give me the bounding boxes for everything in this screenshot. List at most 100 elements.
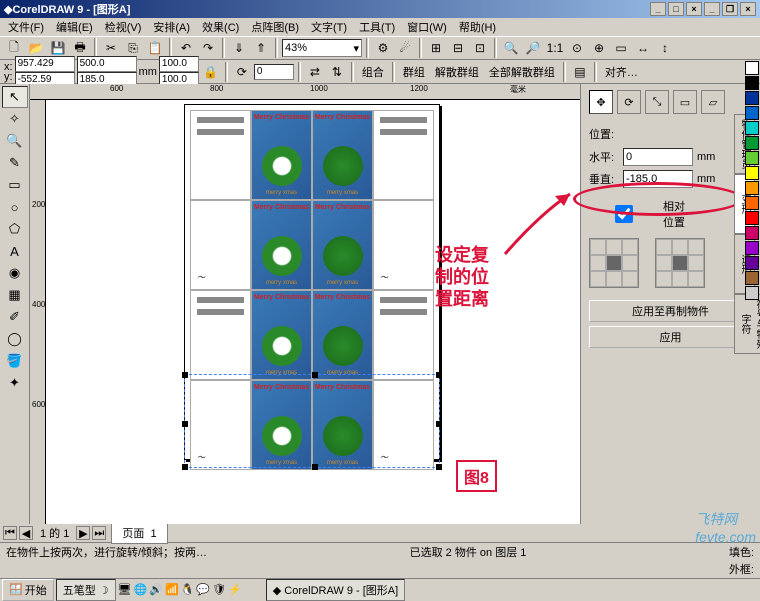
color-swatch[interactable] [745,136,759,150]
snap-icon[interactable]: ⊞ [426,38,446,58]
color-swatch[interactable] [745,211,759,225]
redo-icon[interactable]: ↷ [198,38,218,58]
relative-checkbox[interactable] [589,205,659,223]
zoom-sel-icon[interactable]: ⊙ [567,38,587,58]
zoom-actual-icon[interactable]: 1:1 [545,38,565,58]
w-input[interactable] [77,56,137,72]
color-swatch[interactable] [745,226,759,240]
color-swatch[interactable] [745,256,759,270]
menu-effects[interactable]: 效果(C) [196,17,245,37]
import-icon[interactable]: ⇓ [229,38,249,58]
menu-arrange[interactable]: 安排(A) [147,17,196,37]
page-prev-icon[interactable]: ◀ [19,526,33,540]
sx-input[interactable] [159,56,199,72]
rotate-icon[interactable]: ⟳ [617,90,641,114]
polygon-tool[interactable]: ⬠ [2,218,28,240]
doc-min-button[interactable]: _ [704,2,720,16]
zoom-page-icon[interactable]: ▭ [611,38,631,58]
freehand-tool[interactable]: ✎ [2,152,28,174]
size-icon[interactable]: ▭ [673,90,697,114]
tray-icon[interactable]: 🌐 [134,583,148,596]
start-button[interactable]: 🪟 开始 [2,579,54,601]
color-swatch[interactable] [745,151,759,165]
zoom-tool[interactable]: 🔍 [2,130,28,152]
color-swatch[interactable] [745,196,759,210]
color-swatch[interactable] [745,91,759,105]
taskbar-app[interactable]: ◆ CorelDRAW 9 - [图形A] [266,579,405,601]
zoom-width-icon[interactable]: ↔ [633,38,653,58]
min-button[interactable]: _ [650,2,666,16]
anchor-grid-2[interactable] [655,238,705,288]
tray-icon[interactable]: 🛡 [212,583,226,596]
color-swatch[interactable] [745,106,759,120]
tray-icon[interactable]: 🖥 [118,583,132,596]
eyedropper-tool[interactable]: ✐ [2,306,28,328]
lock-ratio-icon[interactable]: 🔒 [201,62,221,82]
color-swatch[interactable] [745,76,759,90]
tray-icon[interactable]: 🔊 [149,583,163,596]
ime-button[interactable]: 五笔型 ☽ [56,579,116,601]
menu-text[interactable]: 文字(T) [305,17,353,37]
combine-button[interactable]: 组合 [358,64,388,80]
scale-icon[interactable]: ⤡ [645,90,669,114]
apply-duplicate-button[interactable]: 应用至再制物件 [589,300,752,322]
rotate-input-icon[interactable]: ⟳ [232,62,252,82]
zoom-out-icon[interactable]: 🔎 [523,38,543,58]
skew-icon[interactable]: ▱ [701,90,725,114]
apply-button[interactable]: 应用 [589,326,752,348]
snap3-icon[interactable]: ⊡ [470,38,490,58]
order-icon[interactable]: ▤ [570,62,590,82]
export-icon[interactable]: ⇑ [251,38,271,58]
color-swatch[interactable] [745,166,759,180]
menu-bitmap[interactable]: 点阵图(B) [245,17,305,37]
menu-file[interactable]: 文件(F) [2,17,50,37]
rectangle-tool[interactable]: ▭ [2,174,28,196]
menu-edit[interactable]: 编辑(E) [50,17,99,37]
color-swatch[interactable] [745,121,759,135]
interactive-fill-tool[interactable]: ◉ [2,262,28,284]
tray-icon[interactable]: 📶 [165,583,179,596]
mirror-v-icon[interactable]: ⇅ [327,62,347,82]
text-tool[interactable]: A [2,240,28,262]
max-button[interactable]: □ [668,2,684,16]
ungroup-all-button[interactable]: 全部解散群组 [485,64,559,80]
ruler-horizontal[interactable]: 600 800 1000 1200 毫米 [30,84,580,100]
color-swatch[interactable] [745,61,759,75]
app-launcher-icon[interactable]: ⚙ [373,38,393,58]
pick-tool[interactable]: ↖ [2,86,28,108]
zoom-all-icon[interactable]: ⊕ [589,38,609,58]
mirror-h-icon[interactable]: ⇄ [305,62,325,82]
page-next-icon[interactable]: ▶ [76,526,90,540]
card-grid[interactable]: Merry Christmasmerry xmas Merry Christma… [190,110,434,470]
position-icon[interactable]: ✥ [589,90,613,114]
anchor-grid-1[interactable] [589,238,639,288]
tray-icon[interactable]: ⚡ [228,583,242,596]
zoom-height-icon[interactable]: ↕ [655,38,675,58]
menu-view[interactable]: 检视(V) [99,17,148,37]
group-button[interactable]: 群组 [399,64,429,80]
color-swatch[interactable] [745,271,759,285]
menu-window[interactable]: 窗口(W) [401,17,453,37]
v-input[interactable] [623,170,693,188]
outline-tool[interactable]: ◯ [2,328,28,350]
interactive-tool[interactable]: ✦ [2,372,28,394]
ungroup-button[interactable]: 解散群组 [431,64,483,80]
h-input[interactable] [623,148,693,166]
x-input[interactable] [15,56,75,72]
snap2-icon[interactable]: ⊟ [448,38,468,58]
doc-max-button[interactable]: ❐ [722,2,738,16]
tray-icon[interactable]: 🐧 [181,583,195,596]
tray-icon[interactable]: 💬 [196,583,210,596]
canvas[interactable]: Merry Christmasmerry xmas Merry Christma… [46,100,580,524]
page-first-icon[interactable]: ⏮ [3,526,17,540]
close-button[interactable]: × [686,2,702,16]
ruler-vertical[interactable]: 200 400 600 [30,100,46,524]
ellipse-tool[interactable]: ○ [2,196,28,218]
menu-help[interactable]: 帮助(H) [453,17,502,37]
zoom-in-icon[interactable]: 🔍 [501,38,521,58]
shape-tool[interactable]: ✧ [2,108,28,130]
interactive-transparency-tool[interactable]: ▦ [2,284,28,306]
color-swatch[interactable] [745,241,759,255]
fill-tool[interactable]: 🪣 [2,350,28,372]
doc-close-button[interactable]: × [740,2,756,16]
